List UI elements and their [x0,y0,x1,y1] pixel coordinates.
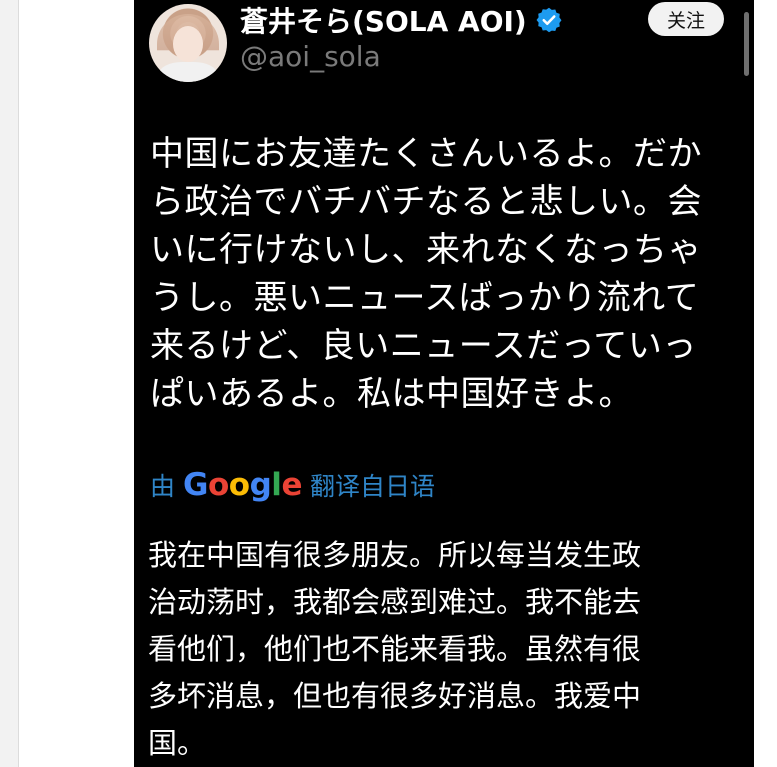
original-line: いに行けないし、来れなくなっちゃ [150,230,702,270]
avatar-face [173,26,203,62]
google-letter: l [271,467,282,503]
original-line: うし。悪いニュースばっかり流れて [150,278,700,318]
avatar-shirt [159,62,217,82]
translated-line: 看他们，他们也不能来看我。虽然有很 [148,632,642,666]
avatar[interactable] [149,4,227,82]
user-handle[interactable]: @aoi_sola [240,40,381,73]
original-line: 中国にお友達たくさんいるよ。だか [150,134,702,174]
translated-line: 国。 [148,726,207,760]
google-letter: e [281,467,302,503]
left-divider [18,0,19,767]
tweet-translated-text: 我在中国有很多朋友。所以每当发生政 治动荡时，我都会感到难过。我不能去 看他们，… [148,532,738,767]
tweet-original-text: 中国にお友達たくさんいるよ。だか ら政治でバチバチなると悲しい。会 いに行けない… [150,130,740,418]
translation-attribution[interactable]: 由 Google 翻译自日语 [150,466,435,504]
follow-button[interactable]: 关注 [648,2,724,36]
author-row: 蒼井そら(SOLA AOI) [240,0,563,40]
translated-line: 治动荡时，我都会感到难过。我不能去 [148,585,642,619]
tweet-card: 蒼井そら(SOLA AOI) @aoi_sola 关注 中国にお友達たくさんいる… [134,0,754,767]
translated-line: 多坏消息，但也有很多好消息。我爱中 [148,679,642,713]
google-letter: o [207,467,229,503]
google-logo: Google [183,467,302,503]
google-letter: g [249,467,272,503]
scrollbar[interactable] [744,12,749,76]
translation-source-language: 翻译自日语 [309,472,435,501]
original-line: ら政治でバチバチなると悲しい。会 [150,182,702,222]
original-line: 来るけど、良いニュースだっていっ [150,326,697,366]
translation-prefix: 由 [150,472,176,501]
google-letter: G [183,467,208,503]
display-name[interactable]: 蒼井そら(SOLA AOI) [240,0,527,40]
original-line: ぱいあるよ。私は中国好きよ。 [150,374,633,414]
google-letter: o [228,467,250,503]
translated-line: 我在中国有很多朋友。所以每当发生政 [148,538,642,572]
verified-badge-icon [535,6,563,34]
